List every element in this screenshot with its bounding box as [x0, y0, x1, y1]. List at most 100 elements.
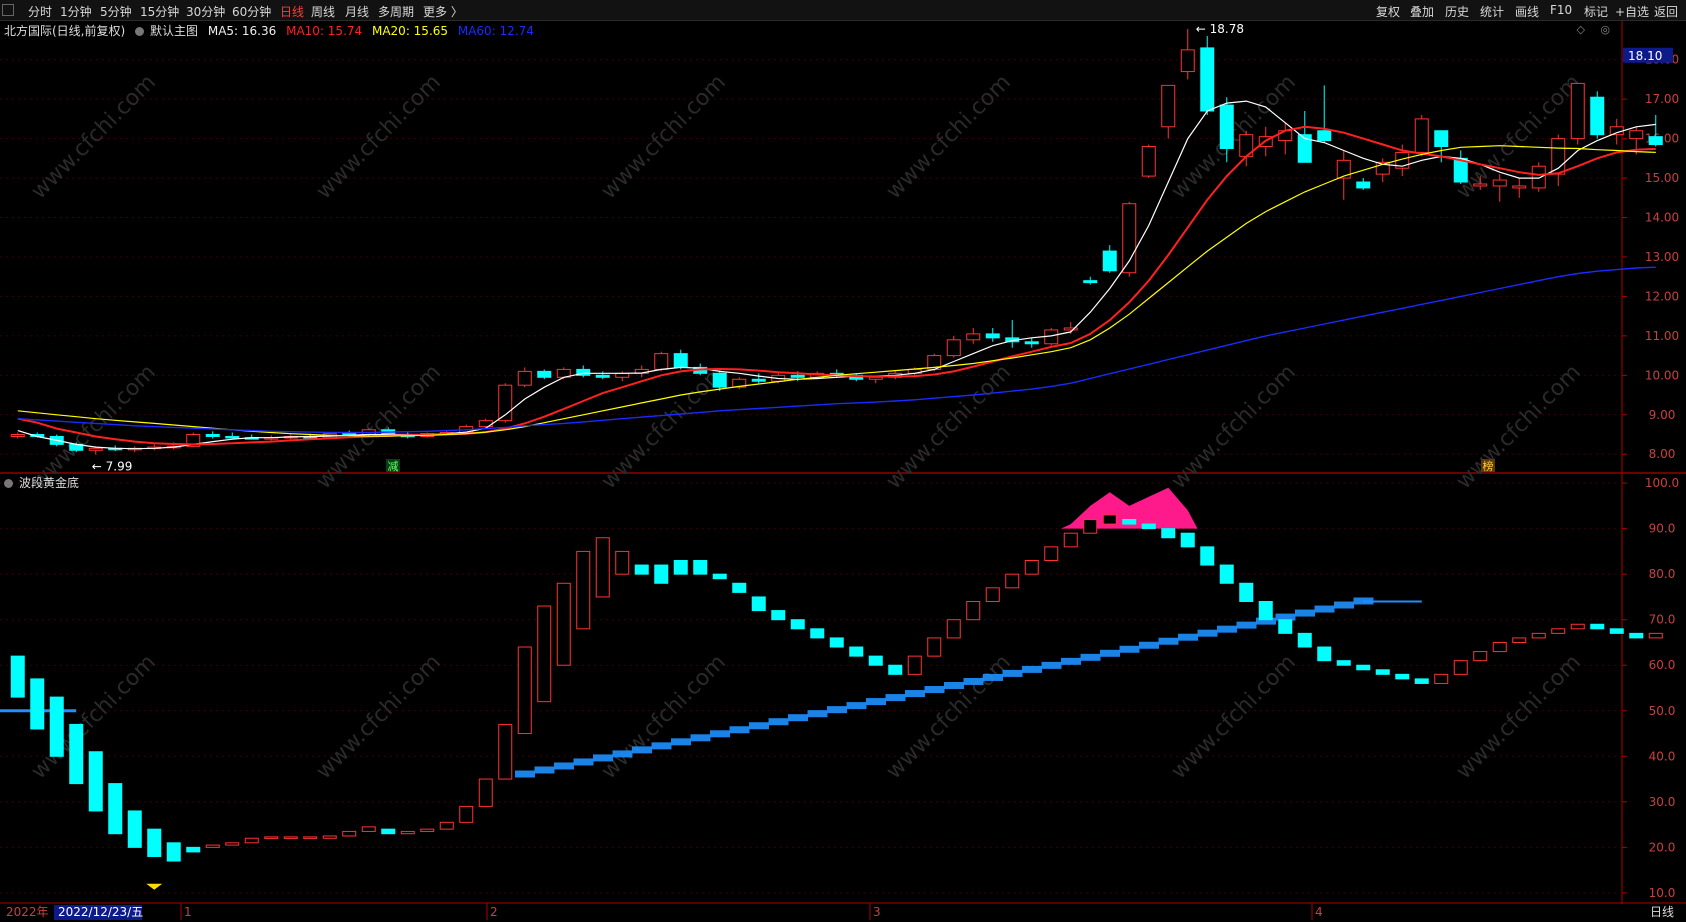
chart-corner-icons[interactable]: ◇ ◎: [1576, 23, 1616, 36]
watermark: www.cfchi.com: [597, 360, 731, 494]
blue-band-step: [515, 770, 535, 778]
blue-band-step: [963, 677, 984, 685]
blue-band-step: [690, 734, 711, 742]
candle-body: [1063, 327, 1078, 331]
indicator-bar: [478, 778, 493, 807]
candle-body: [615, 372, 630, 378]
indicator-bar: [732, 582, 747, 593]
indicator-bar: [790, 619, 805, 630]
main-y-tick-label: 17.00: [1645, 92, 1679, 106]
indicator-bar: [303, 836, 318, 839]
indicator-bar: [205, 844, 220, 848]
candle-body: [537, 370, 552, 378]
indicator-bar: [1161, 528, 1176, 539]
indicator-bar: [1609, 628, 1624, 634]
main-y-tick-label: 9.00: [1649, 408, 1676, 422]
indicator-bar: [1278, 619, 1293, 634]
bottom-signal-marker: [146, 883, 163, 890]
blue-band-step: [1295, 609, 1315, 617]
indicator-bar: [693, 560, 708, 575]
indicator-bar: [1200, 546, 1215, 566]
month-label: 3: [873, 905, 881, 919]
indicator-bar: [888, 664, 903, 675]
indicator-bar: [1512, 637, 1527, 643]
candle-body: [966, 333, 981, 341]
candle-body: [1200, 47, 1215, 112]
indicator-bar: [1180, 532, 1195, 548]
candle-body: [1590, 96, 1605, 136]
ind-y-tick-label: 60.0: [1649, 658, 1676, 672]
template-name[interactable]: 默认主图: [150, 24, 198, 38]
indicator-bar: [322, 835, 337, 839]
main-y-tick-label: 13.00: [1645, 250, 1679, 264]
month-label: 4: [1315, 905, 1323, 919]
marker-badge-bang: 榜: [1483, 459, 1494, 473]
blue-band-step: [1119, 645, 1140, 653]
main-chart-info: 北方国际(日线,前复权) 默认主图 MA5: 16.36 MA10: 15.74…: [4, 22, 540, 38]
indicator-bar: [166, 842, 181, 862]
candle-body: [88, 447, 103, 451]
blue-band-step: [905, 690, 925, 698]
candle-body: [225, 435, 240, 439]
indicator-settings-icon[interactable]: [4, 479, 13, 488]
indicator-bar: [985, 587, 1000, 602]
indicator-bar: [420, 828, 435, 832]
watermark: www.cfchi.com: [882, 70, 1016, 204]
indicator-bar: [1083, 519, 1098, 534]
candle-body: [517, 370, 532, 386]
watermark: www.cfchi.com: [312, 650, 446, 784]
blue-band-step: [729, 726, 750, 734]
indicator-bar: [225, 842, 240, 846]
indicator-bar: [147, 828, 162, 857]
indicator-bar: [1473, 651, 1488, 662]
indicator-bar: [1102, 514, 1117, 525]
indicator-bar: [342, 830, 357, 837]
candle-body: [1317, 130, 1332, 142]
indicator-bar: [1063, 532, 1078, 548]
main-y-tick-label: 15.00: [1645, 171, 1679, 185]
indicator-bar: [1492, 641, 1507, 653]
candle-body: [1102, 250, 1117, 272]
indicator-name: 波段黄金底: [19, 476, 80, 490]
blue-band-step: [846, 702, 867, 710]
blue-band-step: [1178, 633, 1198, 641]
blue-band-step: [1217, 625, 1237, 633]
indicator-bar: [1551, 628, 1566, 634]
indicator-bar: [1648, 632, 1663, 639]
indicator-bar: [459, 805, 474, 823]
ma5-value: MA5: 16.36: [207, 24, 277, 38]
candle-body: [595, 374, 610, 378]
blue-band-step: [612, 750, 633, 758]
blue-band-step: [1080, 653, 1101, 661]
indicator-bar: [10, 655, 25, 698]
indicator-bar: [30, 678, 45, 730]
candle-body: [946, 339, 961, 357]
cursor-date-label: 2022/12/23/五: [58, 905, 143, 919]
blue-band-step: [1002, 669, 1023, 677]
blue-band-step: [1334, 601, 1354, 609]
ma10-value: MA10: 15.74: [286, 24, 363, 38]
settings-dot-icon[interactable]: [135, 27, 145, 36]
watermark: www.cfchi.com: [1167, 650, 1301, 784]
indicator-bar: [264, 836, 279, 839]
blue-band-step: [1139, 641, 1159, 649]
indicator-bar: [1414, 678, 1429, 684]
indicator-bar: [1629, 632, 1644, 639]
watermark: www.cfchi.com: [1452, 70, 1586, 204]
indicator-bar: [186, 846, 201, 853]
indicator-bar: [966, 600, 981, 621]
ind-y-tick-label: 40.0: [1649, 749, 1676, 763]
blue-band-step: [944, 681, 964, 689]
blue-band-step: [866, 698, 886, 706]
main-y-tick-label: 11.00: [1645, 329, 1679, 343]
kline-chart[interactable]: 18.0017.0016.0015.0014.0013.0012.0011.00…: [0, 0, 1686, 922]
ind-y-tick-label: 20.0: [1649, 840, 1676, 854]
candle-body: [673, 353, 688, 368]
candle-body: [1141, 146, 1156, 177]
blue-band-step: [827, 706, 847, 714]
indicator-bar: [1219, 564, 1234, 584]
indicator-bar: [517, 646, 532, 735]
blue-band-step: [768, 718, 789, 726]
blue-band-step: [1158, 637, 1179, 645]
watermark: www.cfchi.com: [312, 360, 446, 494]
